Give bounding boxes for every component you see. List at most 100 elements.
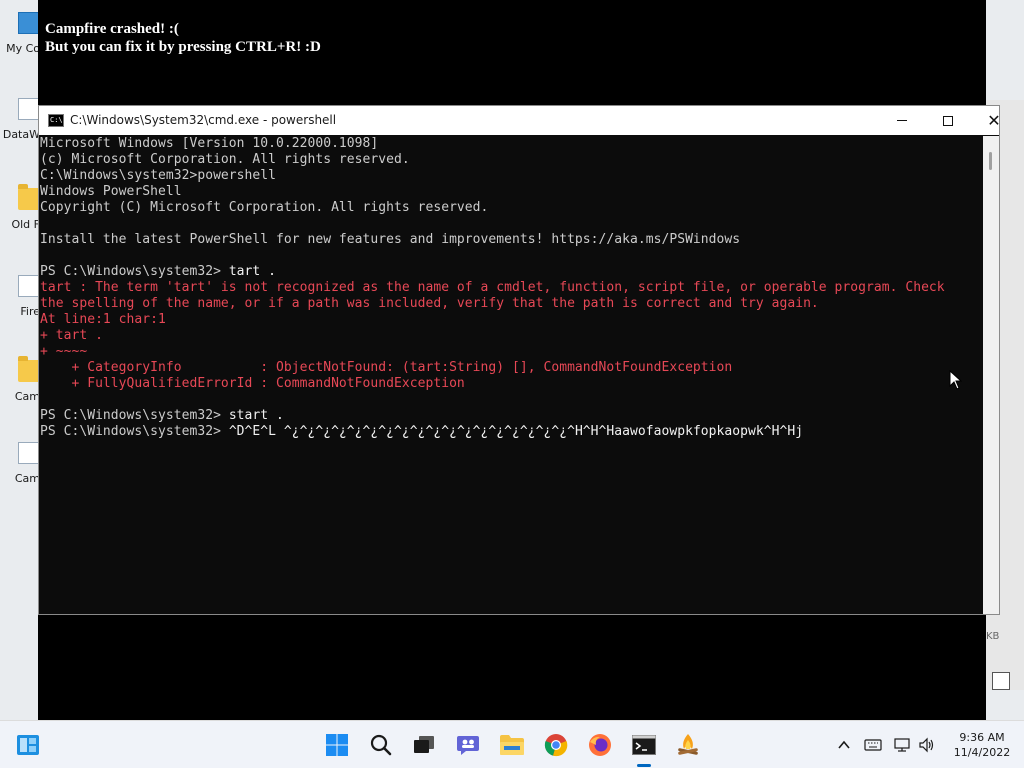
console-line-text: Microsoft Windows [Version 10.0.22000.10… bbox=[40, 136, 379, 151]
desktop-icon-label: Cam bbox=[14, 390, 40, 403]
task-view-icon bbox=[414, 736, 434, 753]
console-prompt-line: PS C:\Windows\system32> tart . bbox=[40, 264, 985, 280]
console-error-line: the spelling of the name, or if a path w… bbox=[40, 296, 985, 312]
console-line-text: C:\Windows\system32>powershell bbox=[40, 168, 276, 183]
console-line-text: + CategoryInfo : ObjectNotFound: (tart:S… bbox=[40, 360, 733, 375]
console-error-line: + ~~~~ bbox=[40, 344, 985, 360]
shortcut-icon bbox=[18, 98, 40, 120]
network-icon[interactable] bbox=[894, 737, 912, 753]
task-view-button[interactable] bbox=[408, 729, 440, 761]
system-tray bbox=[836, 721, 936, 768]
console-line-text: the spelling of the name, or if a path w… bbox=[40, 296, 819, 311]
minimize-button[interactable] bbox=[879, 106, 925, 135]
background-window-button[interactable] bbox=[992, 672, 1010, 690]
chat-button[interactable] bbox=[452, 729, 484, 761]
terminal-button[interactable] bbox=[628, 729, 660, 767]
console-line-text: At line:1 char:1 bbox=[40, 312, 166, 327]
console-command-text: start . bbox=[228, 408, 284, 423]
computer-icon bbox=[18, 12, 40, 34]
console-line: Windows PowerShell bbox=[40, 184, 985, 200]
search-button[interactable] bbox=[365, 729, 397, 761]
cmd-app-icon[interactable]: C:\ bbox=[48, 114, 64, 127]
console-line: Microsoft Windows [Version 10.0.22000.10… bbox=[40, 136, 985, 152]
console-line-text: PS C:\Windows\system32> bbox=[40, 408, 229, 423]
console-line-text: (c) Microsoft Corporation. All rights re… bbox=[40, 152, 410, 167]
console-line-text: tart : The term 'tart' is not recognized… bbox=[40, 280, 945, 295]
file-explorer-button[interactable] bbox=[496, 729, 528, 761]
console-line-text: Windows PowerShell bbox=[40, 184, 182, 199]
terminal-icon bbox=[632, 735, 656, 755]
widgets-icon bbox=[17, 735, 39, 755]
shortcut-icon bbox=[18, 442, 40, 464]
scrollbar-thumb[interactable] bbox=[989, 152, 992, 170]
chrome-icon bbox=[544, 734, 568, 757]
desktop-icon-label: Cam bbox=[14, 472, 40, 485]
cmd-window[interactable]: C:\ C:\Windows\System32\cmd.exe - powers… bbox=[38, 105, 1001, 615]
console-prompt-line: PS C:\Windows\system32> ^D^E^L ^¿^¿^¿^¿^… bbox=[40, 424, 985, 440]
desktop-icon-label: My Co bbox=[6, 42, 40, 55]
mouse-cursor-icon bbox=[949, 370, 963, 390]
console-line-text: PS C:\Windows\system32> bbox=[40, 264, 229, 279]
console-command-text: tart . bbox=[228, 264, 277, 279]
volume-icon[interactable] bbox=[918, 737, 936, 753]
chevron-up-icon[interactable] bbox=[836, 737, 852, 753]
chat-icon bbox=[457, 736, 479, 755]
folder-icon bbox=[500, 735, 524, 755]
console-line-text: PS C:\Windows\system32> bbox=[40, 424, 229, 439]
console-line-text: Copyright (C) Microsoft Corporation. All… bbox=[40, 200, 489, 215]
desktop-icon-old-folder[interactable]: Old F bbox=[0, 184, 40, 258]
maximize-button[interactable] bbox=[925, 106, 971, 135]
minimize-icon bbox=[897, 120, 907, 121]
firefox-button[interactable] bbox=[584, 729, 616, 761]
window-title: C:\Windows\System32\cmd.exe - powershell bbox=[70, 113, 337, 127]
desktop-icon-label: Old F bbox=[11, 218, 40, 231]
console-line: Install the latest PowerShell for new fe… bbox=[40, 232, 985, 248]
crash-message: Campfire crashed! :( But you can fix it … bbox=[45, 20, 321, 56]
crash-line-2: But you can fix it by pressing CTRL+R! :… bbox=[45, 39, 321, 55]
clock-time: 9:36 AM bbox=[959, 731, 1005, 744]
shortcut-icon bbox=[18, 275, 40, 297]
desktop-icon-cam-folder[interactable]: Cam bbox=[0, 356, 40, 430]
clock-date: 11/4/2022 bbox=[953, 746, 1011, 759]
desktop-icon-label: DataW bbox=[2, 128, 40, 141]
folder-icon bbox=[18, 184, 40, 210]
cmd-titlebar[interactable]: C:\ C:\Windows\System32\cmd.exe - powers… bbox=[39, 106, 1001, 135]
close-button[interactable]: ✕ bbox=[971, 106, 1017, 135]
widgets-button[interactable] bbox=[12, 729, 44, 761]
campfire-button[interactable] bbox=[672, 729, 704, 761]
console-output[interactable]: Microsoft Windows [Version 10.0.22000.10… bbox=[39, 136, 985, 614]
desktop-icon-label: Fire bbox=[20, 305, 40, 318]
console-line-text: + tart . bbox=[40, 328, 103, 343]
maximize-icon bbox=[943, 115, 953, 126]
chrome-button[interactable] bbox=[540, 729, 572, 761]
console-error-line: + tart . bbox=[40, 328, 985, 344]
close-icon: ✕ bbox=[987, 110, 1001, 130]
console-line: Copyright (C) Microsoft Corporation. All… bbox=[40, 200, 985, 216]
console-line: (c) Microsoft Corporation. All rights re… bbox=[40, 152, 985, 168]
search-icon bbox=[370, 734, 392, 756]
campfire-icon bbox=[678, 734, 698, 755]
console-line-text: + FullyQualifiedErrorId : CommandNotFoun… bbox=[40, 376, 465, 391]
background-window-label: KB bbox=[986, 631, 1000, 642]
taskbar-clock[interactable]: 9:36 AM 11/4/2022 bbox=[946, 730, 1018, 760]
vertical-scrollbar[interactable] bbox=[983, 136, 999, 614]
desktop-icon-my-computer[interactable]: My Co bbox=[0, 12, 40, 82]
console-line-text: Install the latest PowerShell for new fe… bbox=[40, 232, 741, 247]
keyboard-icon[interactable] bbox=[864, 738, 882, 752]
desktop-icon-dataw[interactable]: DataW bbox=[0, 98, 40, 168]
start-button[interactable] bbox=[321, 729, 353, 761]
console-line: C:\Windows\system32>powershell bbox=[40, 168, 985, 184]
firefox-icon bbox=[589, 734, 611, 756]
desktop-icon-fire[interactable]: Fire bbox=[0, 275, 40, 345]
console-error-line: At line:1 char:1 bbox=[40, 312, 985, 328]
crash-line-1: Campfire crashed! :( bbox=[45, 21, 179, 37]
console-error-line: tart : The term 'tart' is not recognized… bbox=[40, 280, 985, 296]
taskbar: 9:36 AM 11/4/2022 bbox=[0, 720, 1024, 768]
windows-logo-icon bbox=[326, 734, 348, 756]
console-line-text: + ~~~~ bbox=[40, 344, 88, 359]
folder-icon bbox=[18, 356, 40, 382]
console-prompt-line: PS C:\Windows\system32> start . bbox=[40, 408, 985, 424]
desktop-icon-cam-shortcut[interactable]: Cam bbox=[0, 442, 40, 512]
